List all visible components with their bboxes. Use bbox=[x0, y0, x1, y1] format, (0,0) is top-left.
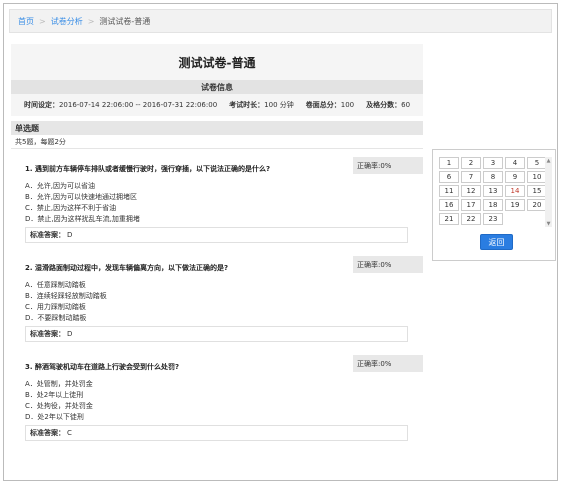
question-number-14[interactable]: 14 bbox=[505, 185, 525, 197]
option-c: C．处拘役，并处罚金 bbox=[25, 402, 93, 410]
question-number-21[interactable]: 21 bbox=[439, 213, 459, 225]
option-d: D．处2年以下徒刑 bbox=[25, 413, 84, 421]
info-header: 试卷信息 bbox=[11, 80, 423, 94]
question-number-16[interactable]: 16 bbox=[439, 199, 459, 211]
section-summary: 共5题，每题2分 bbox=[11, 135, 423, 149]
accuracy-badge: 正确率:0% bbox=[353, 355, 423, 372]
option-c: C．禁止,因为这样不利于省油 bbox=[25, 204, 117, 212]
standard-answer: 标准答案： C bbox=[25, 425, 408, 441]
breadcrumb: 首页 > 试卷分析 > 测试试卷-普通 bbox=[9, 9, 552, 33]
scroll-down-icon[interactable]: ▼ bbox=[545, 220, 552, 227]
option-b: B．处2年以上徒刑 bbox=[25, 391, 84, 399]
paper-info-row: 时间设定：2016-07-14 22:06:00 -- 2016-07-31 2… bbox=[11, 94, 423, 116]
accuracy-badge: 正确率:0% bbox=[353, 157, 423, 174]
standard-answer: 标准答案： D bbox=[25, 326, 408, 342]
question-number-19[interactable]: 19 bbox=[505, 199, 525, 211]
option-d: D．禁止,因为这样扰乱车流,加重拥堵 bbox=[25, 215, 140, 223]
breadcrumb-separator: > bbox=[39, 16, 46, 26]
question-number-15[interactable]: 15 bbox=[527, 185, 547, 197]
question-number-9[interactable]: 9 bbox=[505, 171, 525, 183]
option-a: A．处管制，并处罚金 bbox=[25, 380, 93, 388]
page-title: 测试试卷-普通 bbox=[178, 55, 256, 70]
breadcrumb-home-link[interactable]: 首页 bbox=[18, 16, 34, 27]
question-number-11[interactable]: 11 bbox=[439, 185, 459, 197]
question-number-6[interactable]: 6 bbox=[439, 171, 459, 183]
question-number-4[interactable]: 4 bbox=[505, 157, 525, 169]
accuracy-badge: 正确率:0% bbox=[353, 256, 423, 273]
standard-answer: 标准答案： D bbox=[25, 227, 408, 243]
scrollbar[interactable]: ▲ ▼ bbox=[545, 157, 552, 227]
back-button[interactable]: 返回 bbox=[480, 234, 513, 250]
breadcrumb-separator: > bbox=[87, 16, 95, 26]
question-number-18[interactable]: 18 bbox=[483, 199, 503, 211]
question-number-20[interactable]: 20 bbox=[527, 199, 547, 211]
question-number-12[interactable]: 12 bbox=[461, 185, 481, 197]
question-title: 1. 遇到前方车辆停车排队或者缓慢行驶时，强行穿插，以下说法正确的是什么? bbox=[25, 165, 271, 173]
question-title: 2. 湿滑路面制动过程中，发现车辆偏离方向，以下做法正确的是? bbox=[25, 264, 229, 272]
question-number-2[interactable]: 2 bbox=[461, 157, 481, 169]
question-number-grid: 1 2 3 4 5 6 7 8 9 10 11 12 13 14 15 16 17 18 19 20 21 22 23 bbox=[439, 157, 547, 225]
question-nav-panel: 1 2 3 4 5 6 7 8 9 10 11 12 13 14 15 16 17 18 19 20 21 22 23 ▲ … bbox=[432, 149, 556, 261]
option-a: A．任意踩制动踏板 bbox=[25, 281, 86, 289]
option-d: D．不要踩制动踏板 bbox=[25, 314, 87, 322]
question-number-22[interactable]: 22 bbox=[461, 213, 481, 225]
question-number-8[interactable]: 8 bbox=[483, 171, 503, 183]
breadcrumb-current: 测试试卷-普通 bbox=[99, 16, 151, 26]
duration: 考试时长：100 分钟 bbox=[229, 101, 294, 109]
section-title: 单选题 bbox=[11, 121, 423, 135]
total-score: 卷面总分：100 bbox=[305, 101, 355, 109]
exam-paper: 测试试卷-普通 试卷信息 时间设定：2016-07-14 22:06:00 --… bbox=[11, 44, 423, 480]
breadcrumb-analysis-link[interactable]: 试卷分析 bbox=[51, 16, 83, 27]
question-number-3[interactable]: 3 bbox=[483, 157, 503, 169]
page-frame: 首页 > 试卷分析 > 测试试卷-普通 测试试卷-普通 试卷信息 时间设定：20… bbox=[3, 3, 558, 481]
question-title: 3. 醉酒驾驶机动车在道路上行驶会受到什么处罚? bbox=[25, 363, 180, 371]
question-number-7[interactable]: 7 bbox=[461, 171, 481, 183]
question-number-13[interactable]: 13 bbox=[483, 185, 503, 197]
question-item: 正确率:0% 2. 湿滑路面制动过程中，发现车辆偏离方向，以下做法正确的是? A… bbox=[11, 256, 423, 342]
option-b: B．连续轻踩轻放制动踏板 bbox=[25, 292, 107, 300]
question-number-10[interactable]: 10 bbox=[527, 171, 547, 183]
pass-score: 及格分数：60 bbox=[366, 101, 411, 109]
option-c: C．用力踩制动踏板 bbox=[25, 303, 86, 311]
question-item: 正确率:0% 1. 遇到前方车辆停车排队或者缓慢行驶时，强行穿插，以下说法正确的… bbox=[11, 157, 423, 243]
question-item: 正确率:0% 3. 醉酒驾驶机动车在道路上行驶会受到什么处罚? A．处管制，并处… bbox=[11, 355, 423, 441]
paper-header: 测试试卷-普通 试卷信息 时间设定：2016-07-14 22:06:00 --… bbox=[11, 44, 423, 116]
question-number-5[interactable]: 5 bbox=[527, 157, 547, 169]
scroll-up-icon[interactable]: ▲ bbox=[545, 157, 552, 164]
time-setting: 时间设定：2016-07-14 22:06:00 -- 2016-07-31 2… bbox=[23, 101, 218, 109]
option-b: B．允许,因为可以快速地通过拥堵区 bbox=[25, 193, 138, 201]
option-a: A．允许,因为可以省油 bbox=[25, 182, 96, 190]
question-number-1[interactable]: 1 bbox=[439, 157, 459, 169]
question-number-23[interactable]: 23 bbox=[483, 213, 503, 225]
question-number-17[interactable]: 17 bbox=[461, 199, 481, 211]
